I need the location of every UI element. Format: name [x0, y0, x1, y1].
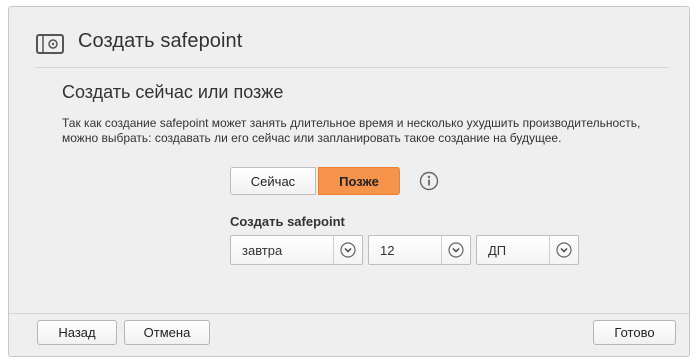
ampm-select[interactable]: ДП	[476, 235, 579, 265]
hour-select-arrow	[441, 236, 470, 264]
timing-segmented-control: Сейчас Позже	[230, 167, 400, 195]
hour-select-value: 12	[380, 242, 395, 258]
info-icon[interactable]	[419, 171, 439, 191]
chevron-down-icon	[448, 242, 464, 258]
back-button[interactable]: Назад	[37, 320, 117, 345]
chevron-down-icon	[340, 242, 356, 258]
day-select-arrow	[333, 236, 362, 264]
ampm-select-arrow	[549, 236, 578, 264]
done-button[interactable]: Готово	[593, 320, 676, 345]
dialog-window: Создать safepoint Создать сейчас или поз…	[8, 6, 690, 357]
schedule-label: Создать safepoint	[230, 214, 345, 229]
section-title: Создать сейчас или позже	[62, 82, 284, 102]
day-select-value: завтра	[242, 242, 283, 258]
cancel-button[interactable]: Отмена	[124, 320, 210, 345]
footer-divider	[9, 313, 689, 314]
dialog-title: Создать safepoint	[78, 30, 243, 52]
safe-icon	[36, 34, 64, 54]
later-button[interactable]: Позже	[318, 167, 400, 195]
dialog-header: Создать safepoint	[9, 7, 689, 73]
chevron-down-icon	[556, 242, 572, 258]
hour-select[interactable]: 12	[368, 235, 471, 265]
day-select[interactable]: завтра	[230, 235, 363, 265]
section-description: Так как создание safepoint может занять …	[62, 116, 641, 145]
ampm-select-value: ДП	[488, 242, 507, 258]
header-divider	[35, 67, 669, 68]
now-button[interactable]: Сейчас	[230, 167, 316, 195]
